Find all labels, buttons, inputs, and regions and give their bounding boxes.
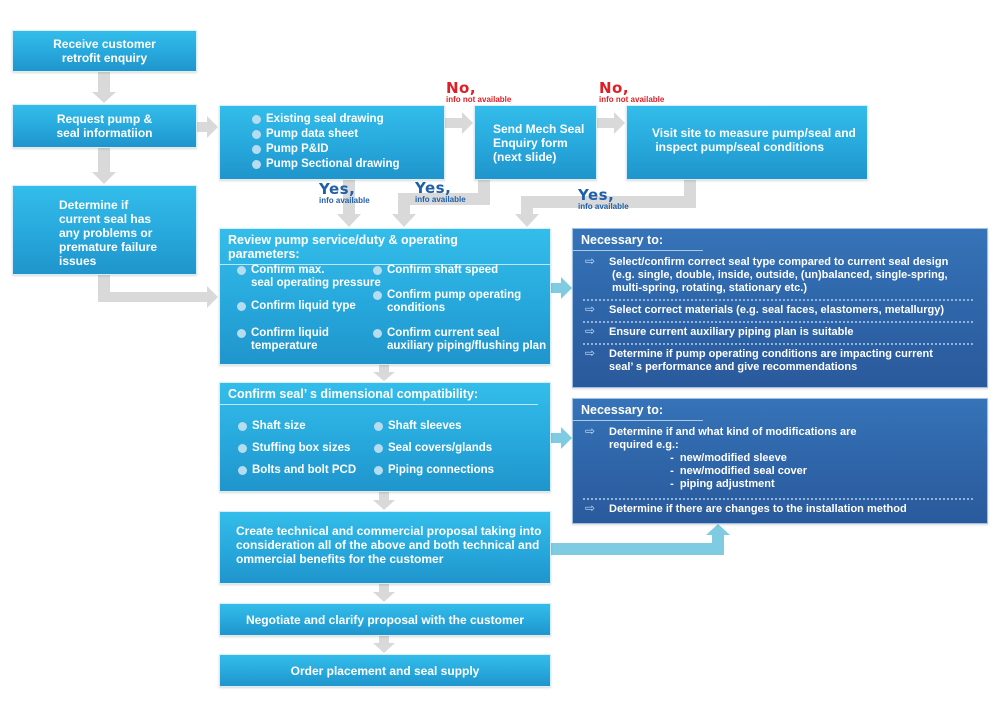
arrow-negotiate-to-order (373, 636, 395, 653)
review-item: Confirm liquid type (237, 300, 356, 313)
arrow-info-to-send (445, 112, 473, 134)
step-visit-site: Visit site to measure pump/seal and insp… (626, 105, 868, 180)
info-item: Pump data sheet (252, 128, 400, 141)
arrow-request-to-determine (92, 148, 116, 184)
step-order-text: Order placement and seal supply (290, 663, 480, 678)
review-parameters-box: Review pump service/duty & operating par… (219, 228, 551, 365)
arrow-dimensional-to-necessary2 (551, 427, 572, 449)
review-item: Confirm liquid temperature (237, 327, 329, 353)
necessary-box-1: Necessary to: ⇨ Select/confirm correct se… (572, 228, 988, 388)
arrow-bullet-icon: ⇨ (585, 324, 596, 338)
necessary2-item: ⇨ Determine if there are changes to the i… (585, 501, 907, 516)
review-item: Confirm shaft speed (373, 264, 498, 277)
no-label-1: No, info not available (446, 79, 512, 105)
dimensional-item: Shaft size (238, 420, 306, 433)
necessary1-item: ⇨ Select correct materials (e.g. seal fac… (585, 302, 945, 317)
info-item: Pump Sectional drawing (252, 158, 400, 171)
arrow-bullet-icon: ⇨ (585, 501, 596, 515)
necessary1-item: ⇨ Select/confirm correct seal type compar… (585, 254, 949, 295)
arrow-send-to-visit (597, 112, 625, 134)
step-request-info: Request pump & seal informatiion (12, 104, 197, 148)
step-create-proposal: Create technical and commercial proposal… (219, 511, 551, 584)
dimensional-item: Shaft sleeves (374, 420, 462, 433)
review-item: Confirm pump operating conditions (373, 289, 521, 315)
step-determine-text: Determine if current seal has any proble… (59, 198, 158, 268)
arrow-bullet-icon: ⇨ (585, 302, 596, 316)
step-negotiate-text: Negotiate and clarify proposal with the … (245, 612, 525, 627)
yes-label-3: Yes, info available (578, 186, 629, 212)
dimensional-item: Stuffing box sizes (238, 442, 350, 455)
necessary1-item: ⇨ Ensure current auxiliary piping plan is… (585, 324, 854, 339)
yes-label-2: Yes, info available (415, 179, 466, 205)
step-send-text: Send Mech Seal Enquiry form (next slide) (493, 122, 585, 164)
dimensional-compatibility-box: Confirm seal’ s dimensional compatibilit… (219, 382, 551, 492)
arrow-receive-to-request (92, 72, 116, 103)
arrow-dimensional-to-proposal (373, 492, 395, 510)
arrow-review-to-dimensional (373, 365, 395, 381)
step-receive-text: Receive customer retrofit enquiry (53, 37, 156, 65)
step-receive-enquiry: Receive customer retrofit enquiry (12, 30, 197, 72)
arrow-request-to-info (197, 116, 218, 138)
yes-label-1: Yes, info available (319, 180, 370, 206)
necessary1-title: Necessary to: (573, 229, 703, 251)
step-order-placement: Order placement and seal supply (219, 654, 551, 687)
review-item: Confirm current seal auxiliary piping/fl… (373, 327, 546, 353)
arrow-proposal-to-negotiate (373, 584, 395, 602)
arrow-bullet-icon: ⇨ (585, 346, 596, 360)
step-send-enquiry-form: Send Mech Seal Enquiry form (next slide) (474, 105, 597, 180)
step-request-text: Request pump & seal informatiion (56, 112, 153, 140)
step-determine-problems: Determine if current seal has any proble… (12, 185, 197, 275)
dimensional-item: Seal covers/glands (374, 442, 492, 455)
info-item: Existing seal drawing (252, 113, 400, 126)
info-item: Pump P&ID (252, 143, 400, 156)
review-item: Confirm max. seal operating pressure (237, 264, 381, 290)
info-required-box: Existing seal drawing Pump data sheet Pu… (219, 105, 445, 180)
necessary2-item: ⇨ Determine if and what kind of modificat… (585, 424, 857, 491)
necessary-box-2: Necessary to: ⇨ Determine if and what kin… (572, 398, 988, 524)
dimensional-title: Confirm seal’ s dimensional compatibilit… (220, 383, 539, 405)
arrow-bullet-icon: ⇨ (585, 424, 596, 438)
necessary2-title: Necessary to: (573, 399, 703, 421)
arrow-bullet-icon: ⇨ (585, 254, 596, 268)
review-title: Review pump service/duty & operating par… (220, 229, 550, 265)
dimensional-item: Bolts and bolt PCD (238, 464, 356, 477)
necessary1-item: ⇨ Determine if pump operating conditions … (585, 346, 933, 374)
arrow-proposal-to-necessary2 (551, 524, 730, 555)
arrow-review-to-necessary1 (551, 277, 572, 299)
step-visit-text: Visit site to measure pump/seal and insp… (652, 126, 856, 154)
step-proposal-text: Create technical and commercial proposal… (236, 524, 542, 566)
dimensional-item: Piping connections (374, 464, 494, 477)
step-negotiate: Negotiate and clarify proposal with the … (219, 603, 551, 636)
no-label-2: No, info not available (599, 79, 665, 105)
arrow-determine-to-review (98, 275, 218, 308)
